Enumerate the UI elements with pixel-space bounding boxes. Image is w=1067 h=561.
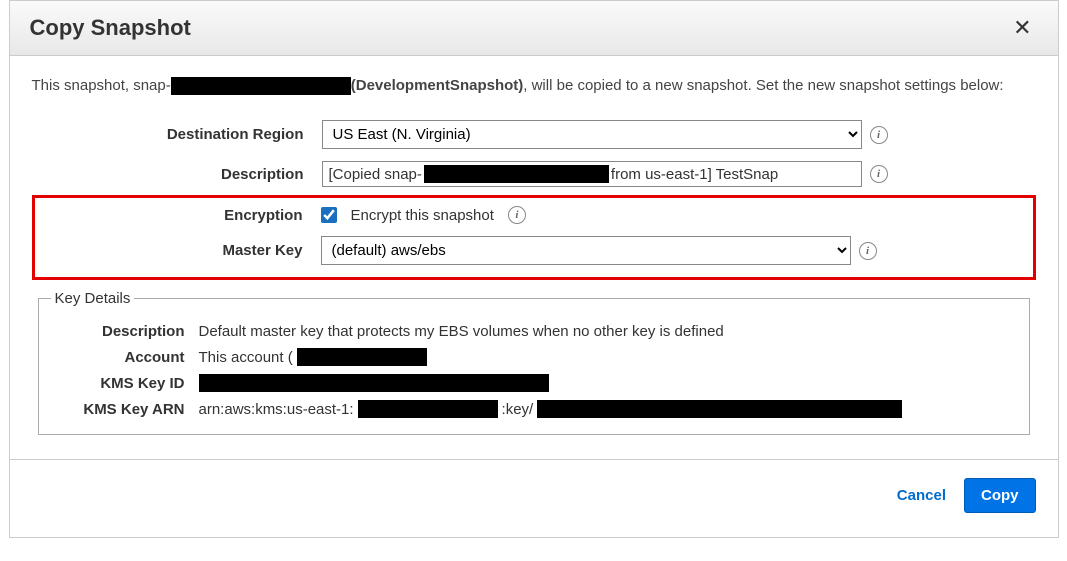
row-encryption: Encryption Encrypt this snapshot i xyxy=(41,202,1027,228)
detail-account-label: Account xyxy=(39,349,199,366)
key-details-fieldset: Key Details Description Default master k… xyxy=(38,290,1030,435)
redacted-kms-key-id xyxy=(199,374,549,392)
description-post: from us-east-1] TestSnap xyxy=(611,166,778,183)
description-pre: [Copied snap- xyxy=(329,166,422,183)
row-description: Description [Copied snap-from us-east-1]… xyxy=(32,157,1036,191)
detail-kms-key-id-label: KMS Key ID xyxy=(39,375,199,392)
detail-row-kms-key-id: KMS Key ID xyxy=(39,370,1017,396)
master-key-field: (default) aws/ebs i xyxy=(321,236,1027,265)
detail-description-label: Description xyxy=(39,323,199,340)
key-details-legend: Key Details xyxy=(51,290,135,307)
detail-kms-key-arn-label: KMS Key ARN xyxy=(39,401,199,418)
info-icon[interactable]: i xyxy=(508,206,526,224)
redacted-snapshot-id xyxy=(171,77,351,95)
account-value-text: This account ( xyxy=(199,349,293,366)
description-label: Description xyxy=(32,166,322,183)
intro-text: This snapshot, snap- (DevelopmentSnapshot… xyxy=(32,74,1036,98)
master-key-label: Master Key xyxy=(41,242,321,259)
encrypt-checkbox-label: Encrypt this snapshot xyxy=(351,207,494,224)
redacted-account xyxy=(297,348,427,366)
redacted-snapshot-id-2 xyxy=(424,165,609,183)
cancel-button[interactable]: Cancel xyxy=(897,487,946,504)
copy-button[interactable]: Copy xyxy=(964,478,1036,513)
detail-account-value: This account ( xyxy=(199,348,1017,366)
info-icon[interactable]: i xyxy=(870,165,888,183)
arn-mid: :key/ xyxy=(502,401,534,418)
intro-name: (DevelopmentSnapshot) xyxy=(351,77,524,94)
intro-post: , will be copied to a new snapshot. Set … xyxy=(523,77,1003,94)
close-icon[interactable]: ✕ xyxy=(1007,15,1037,41)
info-icon[interactable]: i xyxy=(870,126,888,144)
arn-pre: arn:aws:kms:us-east-1: xyxy=(199,401,354,418)
destination-region-field: US East (N. Virginia) i xyxy=(322,120,1036,149)
encryption-label: Encryption xyxy=(41,207,321,224)
row-master-key: Master Key (default) aws/ebs i xyxy=(41,232,1027,269)
encryption-field: Encrypt this snapshot i xyxy=(321,206,1027,224)
destination-region-select[interactable]: US East (N. Virginia) xyxy=(322,120,862,149)
encrypt-checkbox[interactable] xyxy=(321,207,337,223)
detail-row-account: Account This account ( xyxy=(39,344,1017,370)
description-input[interactable]: [Copied snap-from us-east-1] TestSnap xyxy=(322,161,862,187)
dialog-footer: Cancel Copy xyxy=(10,459,1058,537)
master-key-select[interactable]: (default) aws/ebs xyxy=(321,236,851,265)
dialog-content: This snapshot, snap- (DevelopmentSnapshot… xyxy=(10,56,1058,445)
intro-pre: This snapshot, snap- xyxy=(32,77,171,94)
detail-row-kms-key-arn: KMS Key ARN arn:aws:kms:us-east-1: :key/ xyxy=(39,396,1017,422)
description-field: [Copied snap-from us-east-1] TestSnap i xyxy=(322,161,1036,187)
redacted-arn-account xyxy=(358,400,498,418)
encryption-highlight: Encryption Encrypt this snapshot i Maste… xyxy=(32,195,1036,280)
dialog-title: Copy Snapshot xyxy=(30,15,191,41)
row-destination-region: Destination Region US East (N. Virginia)… xyxy=(32,116,1036,153)
detail-kms-key-arn-value: arn:aws:kms:us-east-1: :key/ xyxy=(199,400,1017,418)
destination-region-label: Destination Region xyxy=(32,126,322,143)
detail-kms-key-id-value xyxy=(199,374,1017,392)
copy-snapshot-dialog: Copy Snapshot ✕ This snapshot, snap- (Dev… xyxy=(9,0,1059,538)
dialog-header: Copy Snapshot ✕ xyxy=(10,1,1058,56)
detail-description-value: Default master key that protects my EBS … xyxy=(199,323,1017,340)
detail-row-description: Description Default master key that prot… xyxy=(39,319,1017,344)
info-icon[interactable]: i xyxy=(859,242,877,260)
redacted-arn-key xyxy=(537,400,902,418)
